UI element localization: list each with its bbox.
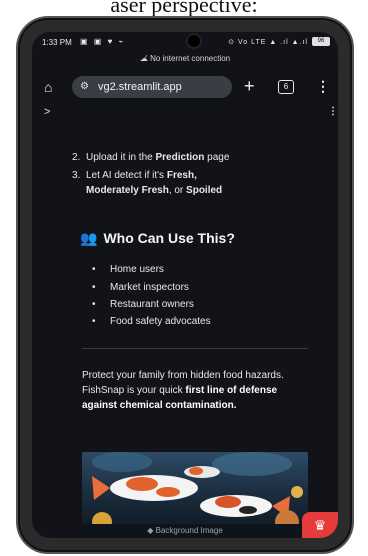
section-title: Who Can Use This? (103, 230, 235, 246)
step-text: Let AI detect if it's (86, 170, 167, 181)
phone-frame: 1:33 PM ▣ ▣ ♥ ⌁ ⊙ Vo LTE ▲ .ıl ▲.ıl 96 ☁… (20, 20, 350, 550)
address-bar[interactable]: ⚙ vg2.streamlit.app (72, 76, 232, 98)
tabs-button[interactable]: 6 (278, 80, 294, 94)
status-bar: 1:33 PM ▣ ▣ ♥ ⌁ ⊙ Vo LTE ▲ .ıl ▲.ıl 96 (32, 32, 338, 52)
intro-paragraph: Protect your family from hidden food haz… (82, 368, 314, 413)
people-icon: 👥 (80, 230, 98, 246)
step-number: 3. (72, 170, 81, 181)
sidebar-toggle-chevron-icon[interactable]: > (44, 106, 50, 118)
step-bold: Fresh, (166, 170, 197, 181)
divider (82, 348, 308, 349)
browser-toolbar: ⌂ ⚙ vg2.streamlit.app + 6 ⋮ (32, 70, 338, 104)
no-internet-text: No internet connection (150, 54, 231, 63)
list-item: Market inspectors (92, 282, 189, 293)
home-icon[interactable]: ⌂ (44, 79, 52, 95)
image-caption: ◆ Background Image (32, 526, 338, 535)
url-text[interactable]: vg2.streamlit.app (98, 81, 182, 93)
streamlit-header: > ⋮ (32, 106, 338, 122)
section-heading: 👥 Who Can Use This? (80, 230, 235, 247)
tune-icon[interactable]: ⚙ (80, 81, 89, 92)
paragraph-line: Protect your family from hidden food haz… (82, 370, 284, 381)
battery-icon: 96 (312, 37, 330, 46)
new-tab-button[interactable]: + (244, 76, 255, 97)
app-menu-kebab-icon[interactable]: ⋮ (328, 106, 338, 117)
no-internet-banner: ☁̸ No internet connection (32, 54, 338, 63)
streamlit-crown-badge[interactable]: ♛ (302, 512, 338, 538)
step-number: 2. (72, 152, 81, 163)
image-caption-icon: ◆ (147, 526, 156, 535)
step-bold: Moderately Fresh (86, 185, 169, 196)
page-caption: aser perspective: (110, 0, 258, 17)
step-bold: Spoiled (186, 185, 223, 196)
step-text: Upload it in the (86, 152, 156, 163)
koi-illustration (82, 452, 308, 534)
step-text: page (204, 152, 230, 163)
phone-screen: 1:33 PM ▣ ▣ ♥ ⌁ ⊙ Vo LTE ▲ .ıl ▲.ıl 96 ☁… (32, 32, 338, 538)
image-caption-text: Background Image (155, 526, 223, 535)
browser-menu-kebab-icon[interactable]: ⋮ (316, 78, 330, 95)
status-time: 1:33 PM (42, 38, 72, 47)
list-item: Home users (92, 264, 164, 275)
camera-cutout (188, 35, 200, 47)
step-text: , or (168, 185, 187, 196)
list-item: Restaurant owners (92, 299, 194, 310)
step-3: 3. Let AI detect if it's Fresh, Moderate… (72, 168, 286, 198)
step-bold: Prediction (155, 152, 205, 163)
step-2: 2. Upload it in the Prediction page (72, 150, 230, 165)
notification-icons: ▣ ▣ ♥ ⌁ (80, 37, 126, 46)
signal-icons: ⊙ Vo LTE ▲ .ıl ▲.ıl (228, 39, 308, 46)
list-item: Food safety advocates (92, 316, 211, 327)
paragraph-line: FishSnap is your quick (82, 385, 186, 396)
koi-fish-image (82, 452, 308, 534)
no-cloud-icon: ☁̸ (139, 54, 151, 63)
